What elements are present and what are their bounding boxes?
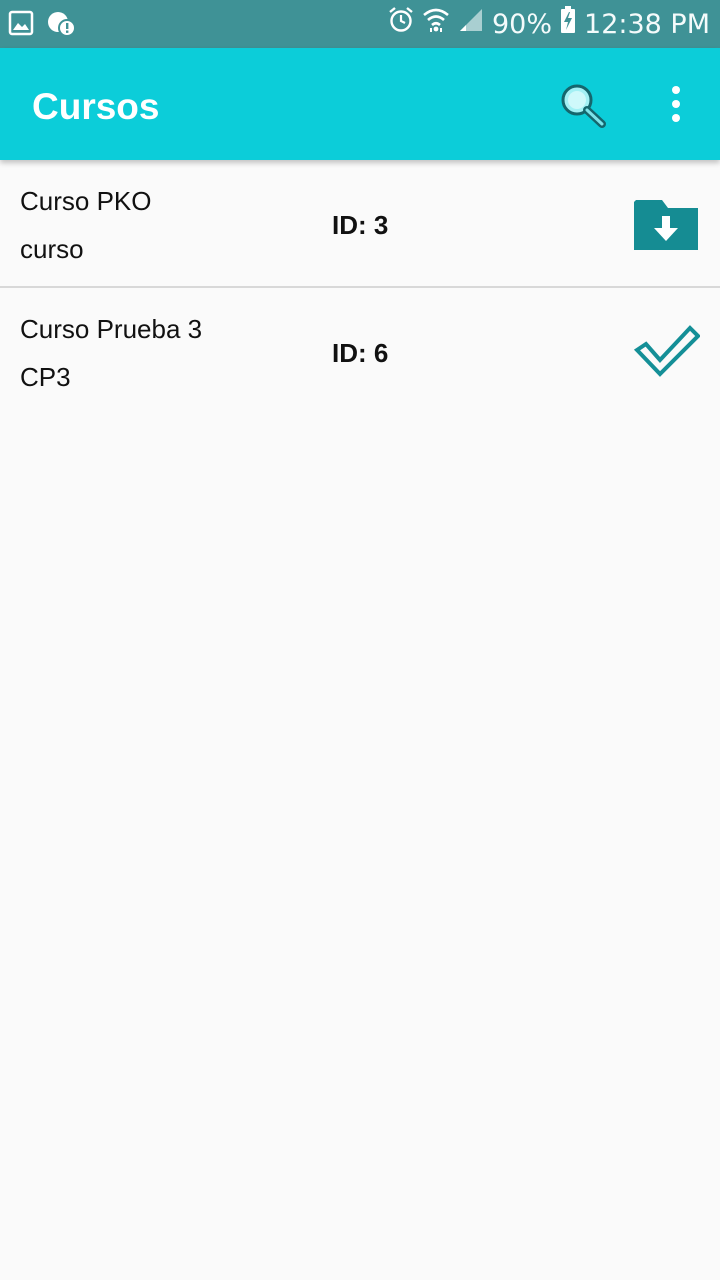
- gallery-icon: [8, 10, 34, 43]
- page-title: Cursos: [32, 86, 160, 127]
- course-name: Curso Prueba 3: [20, 314, 203, 344]
- course-name: Curso PKO: [20, 186, 152, 216]
- app-bar: Cursos: [0, 48, 720, 160]
- search-button[interactable]: [556, 80, 612, 132]
- battery-percent: 90%: [492, 8, 553, 40]
- alarm-icon: [388, 6, 414, 42]
- check-icon: [633, 325, 701, 384]
- battery-charging-icon: [560, 6, 576, 42]
- chat-alert-icon: [46, 10, 76, 43]
- clock: 12:38 PM: [584, 8, 710, 40]
- course-id: ID: 6: [332, 338, 389, 368]
- search-icon: [556, 84, 612, 136]
- download-button[interactable]: [634, 196, 700, 252]
- downloaded-status: [633, 324, 701, 380]
- wifi-icon: [422, 6, 450, 42]
- more-vert-icon: [660, 86, 692, 132]
- list-item[interactable]: Curso PKO curso ID: 3: [0, 160, 720, 288]
- download-folder-icon: [634, 200, 700, 256]
- course-code: CP3: [20, 362, 71, 392]
- course-code: curso: [20, 234, 84, 264]
- course-list: Curso PKO curso ID: 3 Curso Prueba 3 CP3…: [0, 160, 720, 416]
- course-id: ID: 3: [332, 210, 389, 240]
- signal-icon: [458, 7, 484, 41]
- status-bar: 90% 12:38 PM: [0, 0, 720, 48]
- list-item[interactable]: Curso Prueba 3 CP3 ID: 6: [0, 288, 720, 416]
- overflow-menu-button[interactable]: [660, 84, 692, 128]
